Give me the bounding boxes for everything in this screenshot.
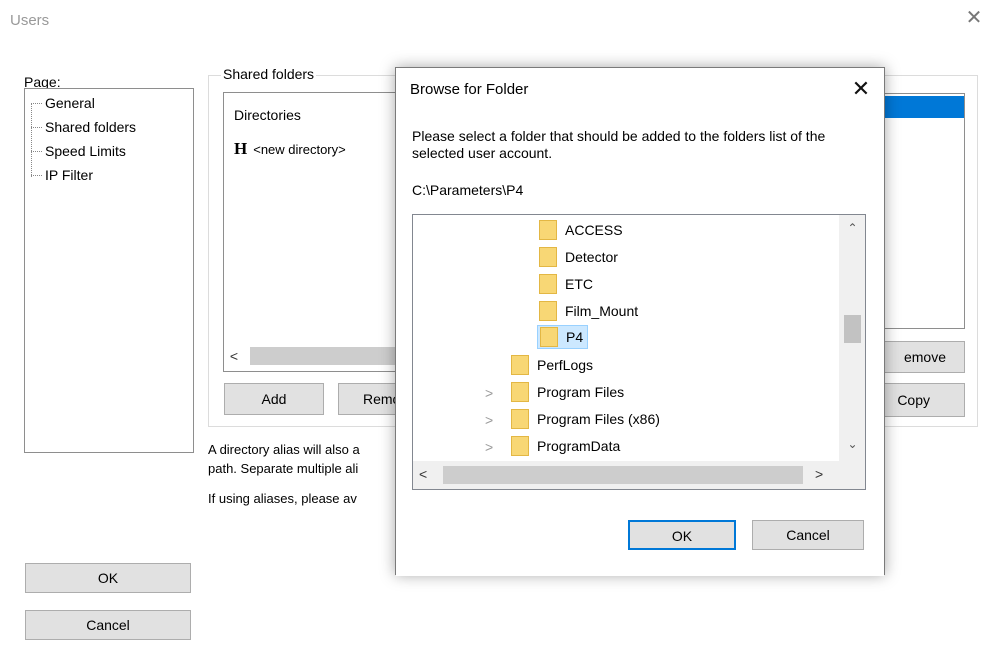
vertical-scrollbar[interactable]: ⌃ ⌄ xyxy=(839,215,865,461)
page-item-general[interactable]: General xyxy=(31,95,95,111)
dialog-ok-button[interactable]: OK xyxy=(628,520,736,550)
page-tree: General Shared folders Speed Limits IP F… xyxy=(24,88,194,453)
alias-description-line1: A directory alias will also a xyxy=(208,442,360,457)
folder-label: ETC xyxy=(565,276,593,292)
window-title: Users xyxy=(10,12,50,29)
users-list[interactable] xyxy=(875,93,965,329)
folder-item-program-files-x86[interactable]: Program Files (x86) xyxy=(511,406,660,432)
selected-path: C:\Parameters\P4 xyxy=(412,182,524,198)
selected-user-row[interactable] xyxy=(878,96,964,118)
folder-icon xyxy=(539,301,557,322)
folder-label: Film_Mount xyxy=(565,303,639,319)
close-icon[interactable]: ✕ xyxy=(962,6,986,30)
folder-item-perflogs[interactable]: PerfLogs xyxy=(511,352,593,378)
folder-item-programdata[interactable]: ProgramData xyxy=(511,433,620,459)
folder-icon xyxy=(539,247,557,268)
folder-icon xyxy=(511,382,529,403)
scroll-down-icon[interactable]: ⌄ xyxy=(839,437,865,451)
folder-icon xyxy=(539,274,557,295)
dialog-titlebar: Browse for Folder ✕ xyxy=(396,68,884,112)
folder-label: ACCESS xyxy=(565,222,623,238)
directory-row[interactable]: H <new directory> xyxy=(234,139,346,159)
folder-item-program-files[interactable]: Program Files xyxy=(511,379,624,405)
folder-label: ProgramData xyxy=(537,438,621,454)
expand-chevron-icon[interactable]: > xyxy=(485,385,493,401)
page-item-ip-filter[interactable]: IP Filter xyxy=(31,167,93,183)
folder-icon xyxy=(511,409,529,430)
horizontal-scrollbar-thumb[interactable] xyxy=(250,347,410,365)
alias-description-line3: If using aliases, please av xyxy=(208,491,357,506)
home-marker: H xyxy=(234,139,248,158)
page-item-label: Shared folders xyxy=(45,119,137,135)
folder-icon xyxy=(539,220,557,241)
folder-icon xyxy=(540,327,558,348)
folder-label: PerfLogs xyxy=(537,357,594,373)
directories-list[interactable]: Directories H <new directory> xyxy=(223,92,413,372)
add-button[interactable]: Add xyxy=(224,383,324,415)
scroll-up-icon[interactable]: ⌃ xyxy=(839,221,865,235)
ok-button[interactable]: OK xyxy=(25,563,191,593)
expand-chevron-icon[interactable]: > xyxy=(485,412,493,428)
dialog-body: Please select a folder that should be ad… xyxy=(396,112,884,576)
folder-label: Program Files xyxy=(537,384,625,400)
scroll-left-icon[interactable]: < xyxy=(224,344,244,368)
scroll-right-icon[interactable]: > xyxy=(815,466,823,482)
shared-folders-group-label: Shared folders xyxy=(221,66,317,82)
page-item-shared-folders[interactable]: Shared folders xyxy=(31,119,137,135)
horizontal-scrollbar[interactable]: < > xyxy=(413,461,865,489)
folder-label: P4 xyxy=(566,329,584,345)
browse-for-folder-dialog: Browse for Folder ✕ Please select a fold… xyxy=(395,67,885,576)
page-item-label: General xyxy=(45,95,95,111)
folder-label: Program Files (x86) xyxy=(537,411,660,427)
scroll-left-icon[interactable]: < xyxy=(419,466,427,482)
dialog-title: Browse for Folder xyxy=(410,81,529,98)
alias-description-line2: path. Separate multiple ali xyxy=(208,461,359,476)
page-item-speed-limits[interactable]: Speed Limits xyxy=(31,143,126,159)
page-item-label: IP Filter xyxy=(45,167,93,183)
tree-line xyxy=(31,103,32,177)
folder-item-p4[interactable]: P4 xyxy=(537,325,589,349)
cancel-button[interactable]: Cancel xyxy=(25,610,191,640)
dialog-close-icon[interactable]: ✕ xyxy=(846,74,876,104)
folder-tree[interactable]: ACCESS Detector ETC Film_Mount P4 PerfLo… xyxy=(412,214,866,490)
folder-item-etc[interactable]: ETC xyxy=(539,271,593,297)
folder-label: Detector xyxy=(565,249,618,265)
folder-item-film-mount[interactable]: Film_Mount xyxy=(539,298,638,324)
folder-icon xyxy=(511,436,529,457)
dialog-cancel-button[interactable]: Cancel xyxy=(752,520,864,550)
vertical-scrollbar-thumb[interactable] xyxy=(844,315,861,343)
dialog-instruction: Please select a folder that should be ad… xyxy=(412,128,826,161)
page-item-label: Speed Limits xyxy=(45,143,126,159)
directories-header: Directories xyxy=(234,107,301,123)
horizontal-scrollbar-thumb[interactable] xyxy=(443,466,803,484)
folder-item-detector[interactable]: Detector xyxy=(539,244,618,270)
expand-chevron-icon[interactable]: > xyxy=(485,439,493,455)
directory-row-text: <new directory> xyxy=(253,142,346,157)
folder-icon xyxy=(511,355,529,376)
folder-item-access[interactable]: ACCESS xyxy=(539,217,623,243)
